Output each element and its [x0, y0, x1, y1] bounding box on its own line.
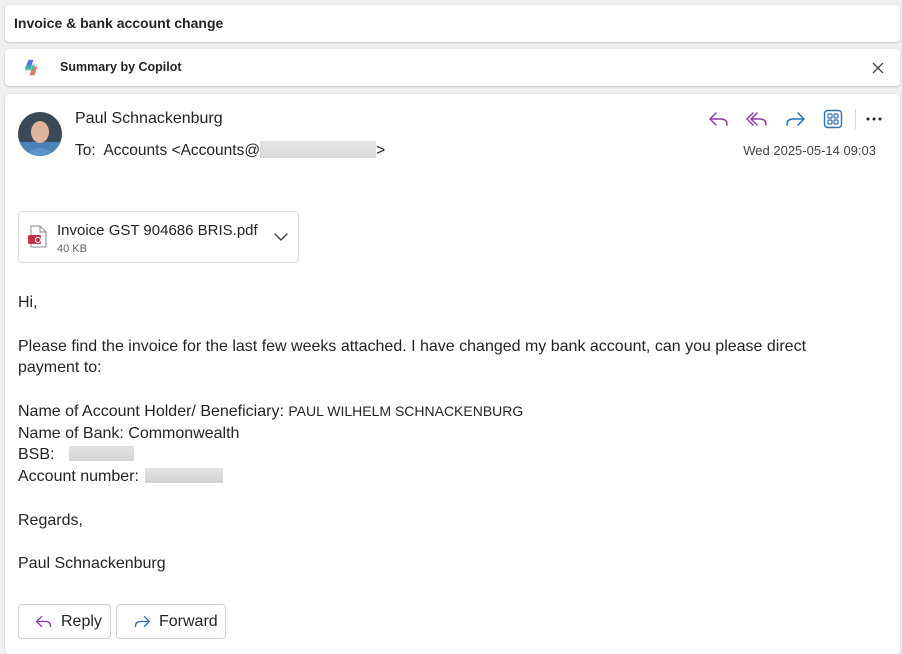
- copilot-icon: [22, 58, 41, 77]
- body-paragraph-line1: Please find the invoice for the last few…: [18, 338, 807, 355]
- sender-avatar[interactable]: [18, 112, 62, 156]
- email-subject: Invoice & bank account change: [14, 15, 224, 31]
- account-holder-value: PAUL WILHELM SCHNACKENBURG: [288, 403, 524, 419]
- sender-name[interactable]: Paul Schnackenburg: [75, 110, 223, 128]
- account-holder-label: Name of Account Holder/ Beneficiary:: [18, 403, 284, 420]
- redacted-account-number: [145, 468, 224, 483]
- redacted-email-domain: [260, 141, 377, 158]
- subject-bar: Invoice & bank account change: [5, 5, 900, 42]
- forward-button-label: Forward: [159, 612, 218, 630]
- body-greeting: Hi,: [18, 294, 38, 311]
- reply-button[interactable]: Reply: [18, 604, 111, 639]
- account-number-line: Account number:: [18, 466, 224, 488]
- body-regards: Regards,: [18, 512, 83, 529]
- forward-icon[interactable]: [783, 107, 807, 131]
- reply-button-label: Reply: [61, 612, 102, 630]
- message-card: Paul Schnackenburg To: Accounts <Account…: [5, 94, 900, 654]
- body-signature: Paul Schnackenburg: [18, 555, 166, 572]
- more-icon[interactable]: [862, 107, 886, 131]
- recipient-line: To: Accounts <Accounts@ >: [75, 141, 385, 160]
- forward-icon: [134, 615, 151, 628]
- reply-icon[interactable]: [707, 107, 731, 131]
- body-paragraph-line2: payment to:: [18, 359, 102, 376]
- message-datetime: Wed 2025-05-14 09:03: [743, 143, 876, 158]
- attachment-card[interactable]: Invoice GST 904686 BRIS.pdf 40 KB: [18, 211, 299, 263]
- forward-button[interactable]: Forward: [116, 604, 226, 639]
- bank-name-line: Name of Bank: Commonwealth: [18, 425, 240, 442]
- bsb-label: BSB:: [18, 446, 55, 463]
- copilot-summary-label: Summary by Copilot: [60, 60, 182, 74]
- close-icon[interactable]: [868, 58, 888, 78]
- actions-divider: [855, 109, 856, 129]
- reply-all-icon[interactable]: [745, 107, 769, 131]
- attachment-size: 40 KB: [57, 243, 87, 255]
- message-actions: [707, 107, 886, 131]
- chevron-down-icon[interactable]: [272, 228, 290, 246]
- redacted-bsb: [68, 446, 134, 461]
- account-number-label: Account number:: [18, 468, 139, 485]
- account-holder-line: Name of Account Holder/ Beneficiary: PAU…: [18, 401, 523, 423]
- recipient-value[interactable]: Accounts <Accounts@: [103, 142, 260, 159]
- attachment-name: Invoice GST 904686 BRIS.pdf: [57, 222, 258, 239]
- bsb-line: BSB:: [18, 444, 134, 466]
- recipient-suffix: >: [376, 142, 386, 159]
- copilot-summary-bar[interactable]: Summary by Copilot: [5, 49, 900, 86]
- to-prefix: To:: [75, 142, 96, 159]
- pdf-icon: [27, 225, 49, 254]
- apps-icon[interactable]: [821, 107, 845, 131]
- reply-icon: [35, 615, 52, 628]
